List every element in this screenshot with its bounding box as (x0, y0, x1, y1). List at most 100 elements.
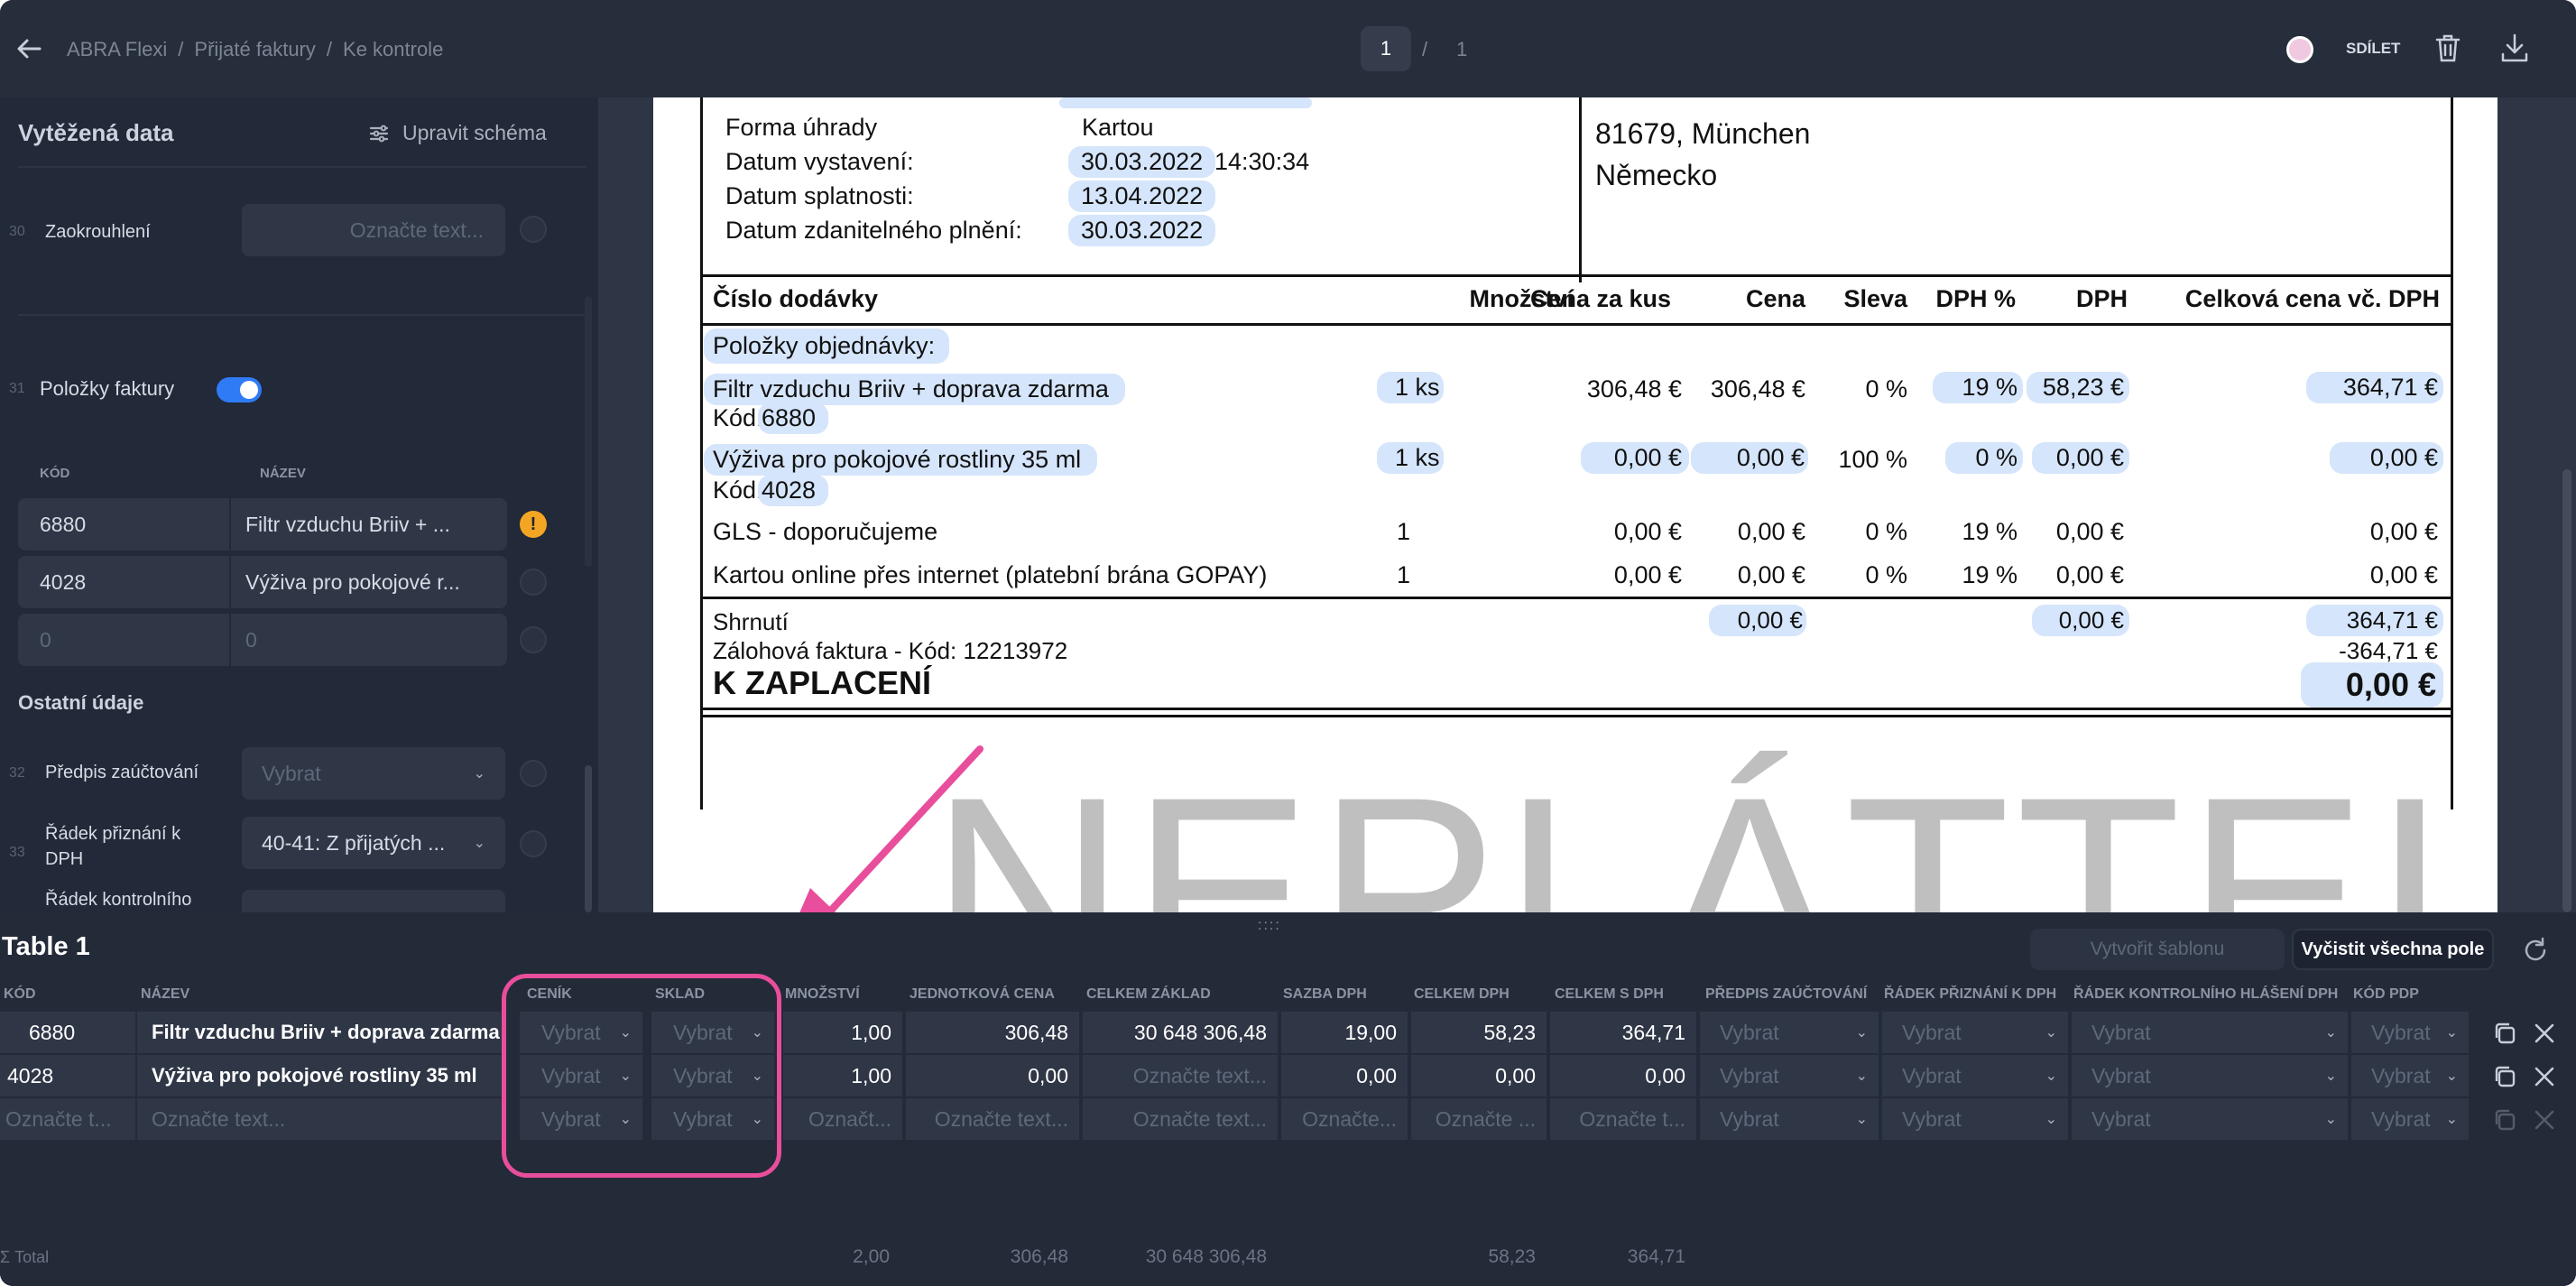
item-row[interactable]: 4028 Výživa pro pokojové r... (18, 556, 507, 608)
cell-base-total[interactable]: 30 648 306,48 (1083, 1012, 1278, 1053)
cell-base-total[interactable]: Označte text... (1083, 1098, 1278, 1140)
item-code[interactable]: 0 (40, 628, 51, 652)
row2-name[interactable]: Výživa pro pokojové rostliny 35 ml (704, 444, 1098, 476)
confirm-check-icon[interactable] (520, 626, 547, 653)
row1-name[interactable]: Filtr vzduchu Briiv + doprava zdarma (704, 374, 1125, 405)
row2-total[interactable]: 0,00 € (2330, 442, 2443, 474)
share-button[interactable]: SDÍLET (2346, 40, 2400, 58)
cell-unit-price[interactable]: 0,00 (906, 1055, 1079, 1096)
cell-total-with-vat[interactable]: Označte t... (1550, 1098, 1696, 1140)
cell-control-line-select[interactable]: Vybrat ⌄ (2072, 1098, 2348, 1140)
due-date[interactable]: 13.04.2022 (1068, 180, 1216, 212)
row2-price[interactable]: 0,00 € (1691, 442, 1808, 474)
cell-vat-total[interactable]: 58,23 (1411, 1012, 1547, 1053)
document-scrollbar[interactable] (2562, 469, 2571, 912)
breadcrumb-item[interactable]: Přijaté faktury (194, 38, 316, 61)
vat-line-select[interactable]: 40-41: Z přijatých ... ⌄ (242, 817, 505, 869)
cell-unit-price[interactable]: Označte text... (906, 1098, 1079, 1140)
cell-vat-line-select[interactable]: Vybrat ⌄ (1882, 1012, 2068, 1053)
cell-unit-price[interactable]: 306,48 (906, 1012, 1079, 1053)
summary-total[interactable]: 364,71 € (2306, 605, 2443, 636)
edit-schema-button[interactable]: Upravit schéma (368, 121, 547, 145)
cell-total-with-vat[interactable]: 364,71 (1550, 1012, 1696, 1053)
item-code[interactable]: 4028 (40, 570, 86, 595)
cell-quantity[interactable]: Označt... (783, 1098, 902, 1140)
to-pay-total[interactable]: 0,00 € (2301, 662, 2443, 708)
cell-code[interactable]: 6880 (0, 1012, 135, 1053)
invoice-items-toggle[interactable] (217, 377, 262, 402)
cell-vat-total[interactable]: 0,00 (1411, 1055, 1547, 1096)
cell-control-line-select[interactable]: Vybrat ⌄ (2072, 1012, 2348, 1053)
item-name[interactable]: 0 (245, 628, 257, 652)
row1-vat[interactable]: 58,23 € (2027, 372, 2129, 403)
cell-control-line-select[interactable]: Vybrat ⌄ (2072, 1055, 2348, 1096)
cell-name[interactable]: Označte text... (137, 1098, 503, 1140)
summary-price[interactable]: 0,00 € (1709, 605, 1806, 636)
row2-vat[interactable]: 0,00 € (2032, 442, 2129, 474)
cell-code[interactable]: Označte t... (0, 1098, 135, 1140)
clear-all-button[interactable]: Vyčistit všechna pole (2292, 929, 2494, 970)
cell-name[interactable]: Filtr vzduchu Briiv + doprava zdarma (137, 1012, 503, 1053)
sidebar-scrollbar[interactable] (585, 296, 592, 567)
cell-vat-rate[interactable]: 19,00 (1281, 1012, 1408, 1053)
rounding-input[interactable]: Označte text... (242, 204, 505, 256)
resize-handle[interactable]: :::: (1258, 918, 1281, 934)
row1-total[interactable]: 364,71 € (2306, 372, 2443, 403)
delete-row-icon[interactable] (2534, 1109, 2555, 1131)
confirm-check-icon[interactable] (520, 760, 547, 787)
delete-row-icon[interactable] (2534, 1066, 2555, 1087)
warning-icon[interactable]: ! (520, 511, 547, 538)
cell-quantity[interactable]: 1,00 (783, 1055, 902, 1096)
breadcrumb-item[interactable]: ABRA Flexi (67, 38, 167, 61)
user-avatar-icon[interactable] (2286, 36, 2313, 63)
table-row[interactable]: 6880 Filtr vzduchu Briiv + doprava zdarm… (0, 1012, 2576, 1053)
cell-accounting-select[interactable]: Vybrat ⌄ (1700, 1098, 1879, 1140)
download-icon[interactable] (2499, 32, 2530, 63)
row1-vat-pct[interactable]: 19 % (1933, 372, 2023, 403)
cell-accounting-select[interactable]: Vybrat ⌄ (1700, 1012, 1879, 1053)
summary-vat[interactable]: 0,00 € (2032, 605, 2129, 636)
back-arrow-icon[interactable] (14, 34, 43, 63)
delete-row-icon[interactable] (2534, 1022, 2555, 1044)
cell-pdp-select[interactable]: Vybrat ⌄ (2351, 1055, 2469, 1096)
cell-vat-rate[interactable]: Označte... (1281, 1098, 1408, 1140)
row2-vat-pct[interactable]: 0 % (1945, 442, 2023, 474)
accounting-select[interactable]: Vybrat ⌄ (242, 747, 505, 800)
cell-base-total[interactable]: Označte text... (1083, 1055, 1278, 1096)
row1-qty[interactable]: 1 ks (1377, 372, 1444, 403)
section-label[interactable]: Položky objednávky: (704, 328, 950, 364)
cell-name[interactable]: Výživa pro pokojové rostliny 35 ml (137, 1055, 503, 1096)
cell-pdp-select[interactable]: Vybrat ⌄ (2351, 1012, 2469, 1053)
item-name[interactable]: Filtr vzduchu Briiv + ... (245, 513, 450, 537)
row1-code[interactable]: 6880 (758, 402, 829, 434)
confirm-check-icon[interactable] (520, 569, 547, 596)
cell-vat-line-select[interactable]: Vybrat ⌄ (1882, 1055, 2068, 1096)
control-line-select[interactable] (242, 890, 505, 912)
table-row[interactable]: Označte t... Označte text... Vybrat ⌄ Vyb… (0, 1098, 2576, 1140)
cell-accounting-select[interactable]: Vybrat ⌄ (1700, 1055, 1879, 1096)
row2-code[interactable]: 4028 (758, 475, 829, 506)
cell-vat-rate[interactable]: 0,00 (1281, 1055, 1408, 1096)
table-row[interactable]: 4028 Výživa pro pokojové rostliny 35 ml … (0, 1055, 2576, 1096)
cell-pdp-select[interactable]: Vybrat ⌄ (2351, 1098, 2469, 1140)
row2-unit[interactable]: 0,00 € (1581, 442, 1689, 474)
confirm-check-icon[interactable] (520, 830, 547, 857)
duplicate-row-icon[interactable] (2492, 1064, 2517, 1089)
item-code[interactable]: 6880 (40, 513, 86, 537)
breadcrumb-item[interactable]: Ke kontrole (343, 38, 443, 61)
item-row[interactable]: 0 0 (18, 614, 507, 666)
duplicate-row-icon[interactable] (2492, 1107, 2517, 1133)
cell-total-with-vat[interactable]: 0,00 (1550, 1055, 1696, 1096)
cell-code[interactable]: 4028 (0, 1055, 135, 1096)
refresh-icon[interactable] (2521, 936, 2550, 965)
issue-date[interactable]: 30.03.2022 (1068, 146, 1216, 178)
trash-icon[interactable] (2434, 32, 2461, 63)
create-template-button[interactable]: Vytvořit šablonu (2030, 929, 2285, 970)
cell-vat-line-select[interactable]: Vybrat ⌄ (1882, 1098, 2068, 1140)
taxable-date[interactable]: 30.03.2022 (1068, 215, 1216, 246)
confirm-check-icon[interactable] (520, 216, 547, 243)
item-row[interactable]: 6880 Filtr vzduchu Briiv + ... (18, 498, 507, 550)
sidebar-scrollbar-thumb[interactable] (585, 765, 592, 912)
duplicate-row-icon[interactable] (2492, 1021, 2517, 1046)
page-number-input[interactable]: 1 (1361, 26, 1411, 71)
